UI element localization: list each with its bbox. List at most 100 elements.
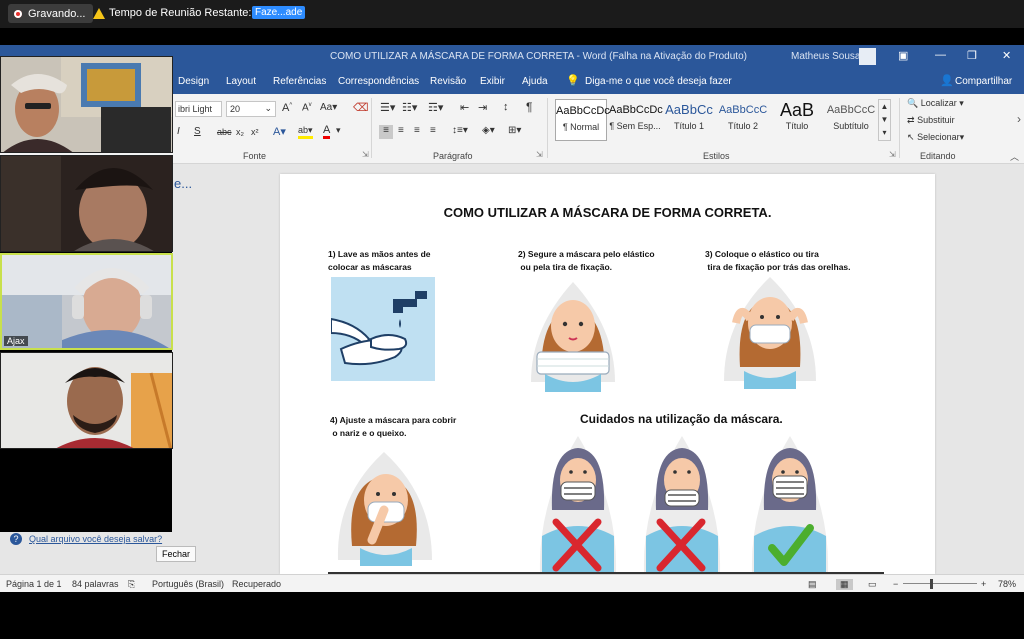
clear-format-icon[interactable]: ⌫ xyxy=(353,101,369,114)
participant-video-4[interactable] xyxy=(0,352,173,449)
document-page[interactable]: COMO UTILIZAR A MÁSCARA DE FORMA CORRETA… xyxy=(280,174,935,574)
find-button[interactable]: 🔍 Localizar ▾ xyxy=(907,98,964,109)
shrink-font-icon[interactable]: Av xyxy=(302,102,312,113)
select-button[interactable]: ↖ Selecionar▾ xyxy=(907,132,964,143)
separator xyxy=(899,98,900,158)
recording-label: Gravando... xyxy=(28,7,86,20)
tab-help[interactable]: Ajuda xyxy=(522,76,548,87)
shading-icon[interactable]: ◈▾ xyxy=(482,125,495,136)
zoom-out-icon[interactable]: − xyxy=(893,579,898,589)
style-normal[interactable]: AaBbCcDc ¶ Normal xyxy=(555,99,610,141)
handwash-illustration xyxy=(331,277,435,381)
wrong-mask-usage-2 xyxy=(643,436,721,574)
style-name: Subtítulo xyxy=(833,121,869,131)
woman-placing-elastic-illustration xyxy=(724,277,816,389)
print-layout-icon[interactable]: ▦ xyxy=(836,579,853,590)
style-name: Título 1 xyxy=(673,121,704,131)
dialog-launcher-icon[interactable]: ⇲ xyxy=(362,150,369,159)
restore-icon[interactable]: ❐ xyxy=(967,49,977,62)
align-right-icon[interactable]: ≡ xyxy=(414,125,420,136)
close-window-icon[interactable]: ✕ xyxy=(1002,49,1011,62)
recording-indicator[interactable]: Gravando... xyxy=(8,4,94,23)
step-1-line-2: colocar as máscaras xyxy=(328,262,412,272)
style-title[interactable]: AaB Título xyxy=(771,99,823,141)
replace-button[interactable]: ⇄ Substituir xyxy=(907,115,955,126)
participant-video-2[interactable] xyxy=(0,155,173,252)
share-icon: 👤 xyxy=(940,75,954,87)
align-center-icon[interactable]: ≡ xyxy=(398,125,404,136)
read-mode-icon[interactable]: ▤ xyxy=(808,579,817,590)
zoom-in-icon[interactable]: + xyxy=(981,579,986,589)
zoom-slider-thumb[interactable] xyxy=(930,579,933,589)
font-name-box[interactable]: ibri Light xyxy=(175,101,222,117)
tab-view[interactable]: Exibir xyxy=(480,76,505,87)
upgrade-button[interactable]: Faze...ade xyxy=(252,6,306,19)
separator xyxy=(547,98,548,158)
strikethrough-icon[interactable]: abc xyxy=(217,127,232,137)
status-bar: Página 1 de 1 84 palavras ⎘ Português (B… xyxy=(0,574,1024,592)
dialog-launcher-icon[interactable]: ⇲ xyxy=(536,150,543,159)
zoom-level[interactable]: 78% xyxy=(998,579,1016,589)
style-heading-1[interactable]: AaBbCc Título 1 xyxy=(663,99,715,141)
style-sample: AaBbCcDc xyxy=(609,104,663,116)
superscript-icon[interactable]: x² xyxy=(251,127,259,137)
proofing-icon[interactable]: ⎘ xyxy=(128,579,135,590)
minimize-icon[interactable]: — xyxy=(935,49,946,61)
italic-icon[interactable]: I xyxy=(177,126,180,137)
word-count[interactable]: 84 palavras xyxy=(72,579,119,589)
tab-references[interactable]: Referências xyxy=(273,76,326,87)
sort-icon[interactable]: ↕ xyxy=(503,101,509,113)
nav-fragment[interactable]: e... xyxy=(174,176,192,191)
increase-indent-icon[interactable]: ⇥ xyxy=(478,101,487,114)
tell-me-box[interactable]: Diga-me o que você deseja fazer xyxy=(585,76,732,87)
save-help-link[interactable]: Qual arquivo você deseja salvar? xyxy=(29,534,162,544)
participant-name: Ajax xyxy=(4,336,28,346)
line-spacing-icon[interactable]: ↕≡▾ xyxy=(452,125,468,136)
chevron-right-icon[interactable]: › xyxy=(1017,112,1021,126)
style-no-spacing[interactable]: AaBbCcDc ¶ Sem Esp... xyxy=(609,99,663,141)
screen-bottom-bar xyxy=(0,592,1024,639)
decrease-indent-icon[interactable]: ⇤ xyxy=(460,101,469,114)
tab-design[interactable]: Design xyxy=(178,76,209,87)
font-color-icon[interactable]: A xyxy=(323,125,331,139)
style-sample: AaBbCcC xyxy=(718,104,768,116)
account-avatar[interactable] xyxy=(859,48,876,65)
chevron-down-icon[interactable]: ▾ xyxy=(336,125,341,136)
participant-video-1[interactable] xyxy=(0,56,173,153)
web-layout-icon[interactable]: ▭ xyxy=(868,579,877,590)
participant-video-feed xyxy=(1,57,172,152)
ribbon-display-icon[interactable]: ▣ xyxy=(898,49,908,62)
zoom-slider-track[interactable] xyxy=(903,583,977,584)
borders-icon[interactable]: ⊞▾ xyxy=(508,125,521,136)
style-heading-2[interactable]: AaBbCcC Título 2 xyxy=(717,99,769,141)
grow-font-icon[interactable]: A^ xyxy=(282,102,292,114)
subscript-icon[interactable]: x₂ xyxy=(236,127,244,137)
tab-layout[interactable]: Layout xyxy=(226,76,256,87)
account-name[interactable]: Matheus Sousa xyxy=(791,51,861,62)
styles-scroll[interactable]: ▲ ▼ ▾ xyxy=(878,99,891,141)
text-effects-icon[interactable]: A▾ xyxy=(273,125,286,138)
collapse-ribbon-icon[interactable]: ︿ xyxy=(1010,150,1019,163)
share-button[interactable]: Compartilhar xyxy=(955,76,1012,87)
language-label[interactable]: Português (Brasil) xyxy=(152,579,224,589)
multilevel-list-icon[interactable]: ☶▾ xyxy=(428,101,443,114)
participant-video-3-active[interactable]: Ajax xyxy=(0,253,173,350)
justify-icon[interactable]: ≡ xyxy=(430,125,436,136)
underline-icon[interactable]: S xyxy=(194,126,201,137)
tab-review[interactable]: Revisão xyxy=(430,76,466,87)
page-count[interactable]: Página 1 de 1 xyxy=(6,579,62,589)
numbering-icon[interactable]: ☷▾ xyxy=(402,101,417,114)
font-size-box[interactable]: 20 ⌄ xyxy=(226,101,276,117)
style-name: ¶ Normal xyxy=(562,122,600,132)
close-help-button[interactable]: Fechar xyxy=(156,546,197,562)
dialog-launcher-icon[interactable]: ⇲ xyxy=(889,150,896,159)
bullets-icon[interactable]: ☰▾ xyxy=(380,101,395,114)
highlight-icon[interactable]: ab▾ xyxy=(298,125,313,139)
pilcrow-icon[interactable]: ¶ xyxy=(526,100,532,114)
align-left-icon[interactable]: ≡ xyxy=(379,125,393,139)
style-sample: AaBbCc xyxy=(665,102,713,117)
style-subtitle[interactable]: AaBbCcC Subtítulo xyxy=(825,99,877,141)
tab-mailings[interactable]: Correspondências xyxy=(338,76,419,87)
style-sample: AaB xyxy=(779,100,815,120)
change-case-icon[interactable]: Aa▾ xyxy=(320,102,337,113)
